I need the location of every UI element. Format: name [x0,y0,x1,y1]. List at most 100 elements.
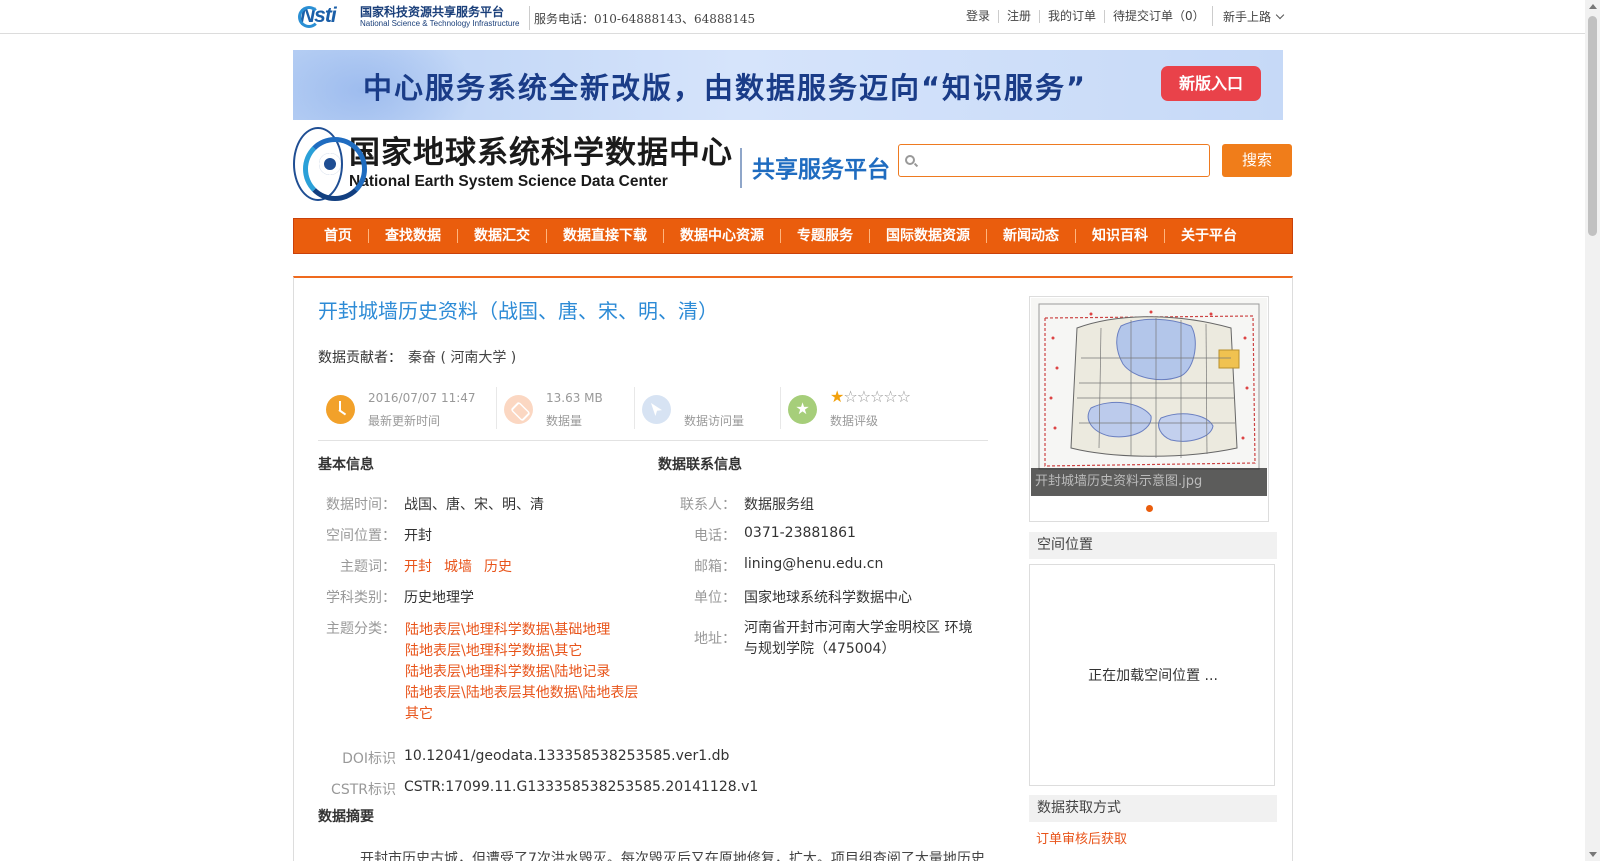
doi-label: DOI标识 [342,751,396,767]
star-empty-icon[interactable]: ☆ [857,387,871,406]
phone-label: 电话： [694,528,736,544]
carousel-dot[interactable] [1146,505,1153,512]
search-button[interactable]: 搜索 [1222,144,1292,177]
platform-title: 共享服务平台 [752,157,890,183]
pending-orders-link[interactable]: 待提交订单（0） [1104,10,1213,23]
nav-about[interactable]: 关于平台 [1164,229,1253,243]
center-name-en: National Earth System Science Data Cente… [349,172,668,190]
abstract-heading: 数据摘要 [318,809,374,825]
thumbnail-carousel[interactable]: 开封城墙历史资料示意图.jpg [1029,296,1269,522]
dataset-title: 开封城墙历史资料（战国、唐、宋、明、清） [318,299,718,323]
nsti-logo-en: National Science & Technology Infrastruc… [360,19,520,28]
center-name-cn: 国家地球系统科学数据中心 [349,135,733,172]
category-link[interactable]: 陆地表层\地理科学数据\其它 [405,641,645,662]
nav-home[interactable]: 首页 [308,229,368,243]
spatial-map-panel[interactable]: 正在加载空间位置 ... [1029,564,1275,786]
address-label: 地址： [694,631,736,647]
discipline-label: 学科类别： [326,590,396,606]
phone-value: 0371-23881861 [744,525,856,541]
search-icon [905,155,915,165]
time-value: 战国、唐、宋、明、清 [404,497,544,513]
nav-knowledge[interactable]: 知识百科 [1075,229,1164,243]
stat-rating: ★☆☆☆☆☆ 数据评级 [780,385,980,433]
nav-find-data[interactable]: 查找数据 [368,229,457,243]
visits-label: 数据访问量 [684,414,745,428]
org-label: 单位： [694,590,736,606]
stat-updated: 2016/07/07 11:47 最新更新时间 [318,385,488,433]
spatial-loading-text: 正在加载空间位置 ... [1088,668,1218,684]
abstract-text: 开封市历史古城，但遭受了7次洪水毁灭。每次毁灭后又在原地修复，扩大。项目组查阅了… [360,851,985,861]
newbie-dropdown[interactable]: 新手上路 [1212,6,1285,26]
city-map-image [1031,298,1267,495]
access-heading: 数据获取方式 [1029,795,1277,822]
keywords-list: 开封 城墙 历史 [404,556,524,576]
star-empty-icon[interactable]: ☆ [897,387,911,406]
top-links: 登录 注册 我的订单 待提交订单（0） [966,10,1213,23]
contact-info-heading: 数据联系信息 [658,457,742,473]
category-label: 主题分类： [326,621,396,637]
basic-info-heading: 基本信息 [318,457,374,473]
page-scrollbar[interactable] [1585,0,1600,861]
layers-icon [504,395,533,424]
nav-thematic-services[interactable]: 专题服务 [780,229,869,243]
contributor-name: 秦奋 ( 河南大学 ) [408,350,517,366]
nav-data-submission[interactable]: 数据汇交 [457,229,546,243]
new-version-button[interactable]: 新版入口 [1161,66,1261,101]
newbie-label: 新手上路 [1223,9,1272,24]
nsti-logo-cn: 国家科技资源共享服务平台 [360,5,505,19]
access-method-link[interactable]: 订单审核后获取 [1036,828,1127,847]
space-link[interactable]: 开封 [404,525,432,545]
size-label: 数据量 [546,414,583,428]
discipline-link[interactable]: 历史地理学 [404,587,474,607]
clock-icon [326,395,355,424]
nsti-logo[interactable]: Nsti 国家科技资源共享服务平台 National Science & Tec… [298,3,524,31]
map-thumbnail[interactable] [1031,298,1267,495]
space-label: 空间位置： [326,528,396,544]
updated-label: 最新更新时间 [368,414,441,428]
login-link[interactable]: 登录 [966,10,998,23]
main-nav: 首页 查找数据 数据汇交 数据直接下载 数据中心资源 专题服务 国际数据资源 新… [293,218,1293,254]
star-empty-icon[interactable]: ☆ [883,387,897,406]
address-line: 河南省开封市河南大学金明校区 环境 [744,620,973,636]
banner-text: 中心服务系统全新改版，由数据服务迈向“知识服务” [363,71,1088,105]
keyword-link[interactable]: 开封 [404,559,432,575]
org-value: 国家地球系统科学数据中心 [744,590,912,606]
stat-size: 13.63 MB 数据量 [496,385,626,433]
nav-center-resources[interactable]: 数据中心资源 [663,229,780,243]
doi-value: 10.12041/geodata.133358538253585.ver1.db [404,748,730,764]
topbar-divider [529,6,530,30]
nav-news[interactable]: 新闻动态 [986,229,1075,243]
nav-international-data[interactable]: 国际数据资源 [869,229,986,243]
search-box[interactable] [898,144,1210,177]
updated-value: 2016/07/07 11:47 [368,391,476,405]
star-empty-icon[interactable]: ☆ [843,387,857,406]
my-orders-link[interactable]: 我的订单 [1039,10,1104,23]
size-value: 13.63 MB [546,391,603,405]
stat-visits: 数据访问量 [634,385,774,433]
register-link[interactable]: 注册 [998,10,1039,23]
cstr-label: CSTR标识 [331,782,396,798]
center-seal-icon [293,127,367,201]
address-value: 河南省开封市河南大学金明校区 环境 与规划学院（475004） [744,618,972,660]
keyword-link[interactable]: 城墙 [444,559,472,575]
keyword-link[interactable]: 历史 [484,559,512,575]
nsti-logo-mark: Nsti [298,4,337,28]
category-link[interactable]: 陆地表层\地理科学数据\基础地理 [405,620,645,641]
spatial-heading: 空间位置 [1029,532,1277,559]
category-link[interactable]: 陆地表层\陆地表层其他数据\陆地表层其它 [405,683,645,725]
contributor-label: 数据贡献者： [318,350,402,366]
category-link[interactable]: 陆地表层\地理科学数据\陆地记录 [405,662,645,683]
scroll-up-icon[interactable] [1589,4,1597,9]
person-label: 联系人： [680,497,736,513]
center-logo[interactable]: 国家地球系统科学数据中心 National Earth System Scien… [293,126,733,202]
star-empty-icon[interactable]: ☆ [870,387,884,406]
announcement-banner[interactable]: 中心服务系统全新改版，由数据服务迈向“知识服务” 新版入口 [293,50,1283,120]
category-list: 陆地表层\地理科学数据\基础地理 陆地表层\地理科学数据\其它 陆地表层\地理科… [405,620,645,725]
scroll-down-icon[interactable] [1589,852,1597,857]
rating-stars[interactable]: ★☆☆☆☆☆ [830,387,911,406]
search-input[interactable] [921,145,1206,176]
star-filled-icon[interactable]: ★ [830,387,844,406]
scroll-thumb[interactable] [1588,16,1597,236]
nav-direct-download[interactable]: 数据直接下载 [546,229,663,243]
cursor-icon [642,395,671,424]
